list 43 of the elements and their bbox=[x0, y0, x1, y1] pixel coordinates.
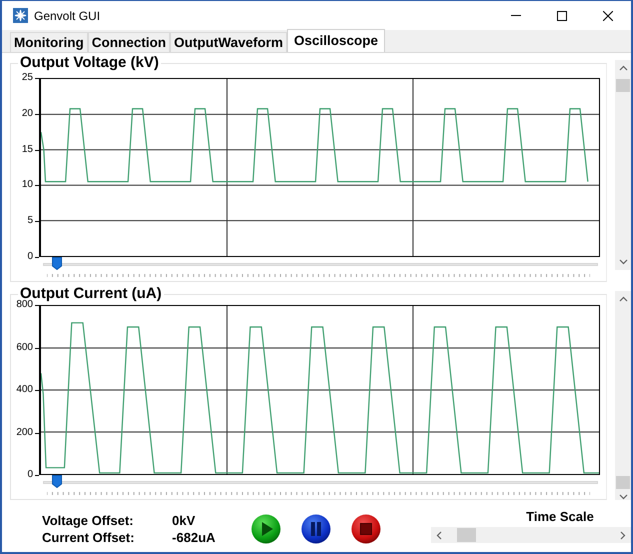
axis-tick-label: 25 bbox=[22, 73, 39, 83]
offset-value: -682uA bbox=[172, 529, 216, 546]
tab[interactable]: OutputWaveform bbox=[170, 32, 287, 52]
tab[interactable]: Monitoring bbox=[10, 32, 88, 52]
scroll-up-icon[interactable] bbox=[618, 296, 628, 302]
window-title: Genvolt GUI bbox=[34, 8, 100, 22]
tab[interactable]: Connection bbox=[88, 32, 170, 52]
time-scale-label: Time Scale bbox=[526, 509, 594, 524]
axis-tick-label: 800 bbox=[16, 300, 39, 310]
axis-tick-label: 0 bbox=[27, 252, 39, 262]
tab[interactable]: Oscilloscope bbox=[286, 29, 386, 52]
axis-tick-label: 600 bbox=[16, 342, 39, 352]
play-button[interactable] bbox=[251, 514, 281, 544]
vertical-scrollbar[interactable] bbox=[615, 291, 631, 500]
axis-tick-label: 400 bbox=[16, 385, 39, 395]
app-logo-icon bbox=[13, 8, 28, 23]
offset-value: 0kV bbox=[172, 512, 196, 529]
offset-label: Voltage Offset: bbox=[42, 512, 134, 529]
stop-button[interactable] bbox=[351, 514, 381, 544]
time-scale-scrollbar[interactable] bbox=[431, 527, 631, 543]
scroll-down-icon[interactable] bbox=[618, 259, 628, 265]
scroll-thumb[interactable] bbox=[457, 528, 476, 542]
vertical-scrollbar[interactable] bbox=[615, 60, 631, 270]
slider-thumb[interactable] bbox=[52, 475, 62, 488]
scroll-thumb[interactable] bbox=[616, 79, 630, 92]
axis-tick-label: 5 bbox=[27, 216, 39, 226]
close-icon bbox=[603, 10, 613, 20]
scroll-left-icon[interactable] bbox=[436, 530, 442, 540]
pause-button[interactable] bbox=[301, 514, 331, 544]
scroll-down-icon[interactable] bbox=[618, 494, 628, 500]
axis-tick-label: 200 bbox=[16, 428, 39, 438]
scroll-up-icon[interactable] bbox=[618, 65, 628, 71]
axis-tick-label: 20 bbox=[22, 108, 39, 119]
chart-title: Output Voltage (kV) bbox=[18, 55, 161, 71]
scroll-thumb[interactable] bbox=[616, 476, 630, 489]
axis-tick-label: 15 bbox=[22, 144, 39, 155]
slider-thumb[interactable] bbox=[52, 257, 62, 270]
axis-tick-label: 0 bbox=[27, 470, 39, 480]
axis-tick-label: 10 bbox=[22, 180, 39, 190]
maximize-icon bbox=[557, 10, 567, 20]
minimize-icon bbox=[511, 15, 521, 16]
offset-label: Current Offset: bbox=[42, 529, 136, 546]
scroll-right-icon[interactable] bbox=[620, 530, 626, 540]
